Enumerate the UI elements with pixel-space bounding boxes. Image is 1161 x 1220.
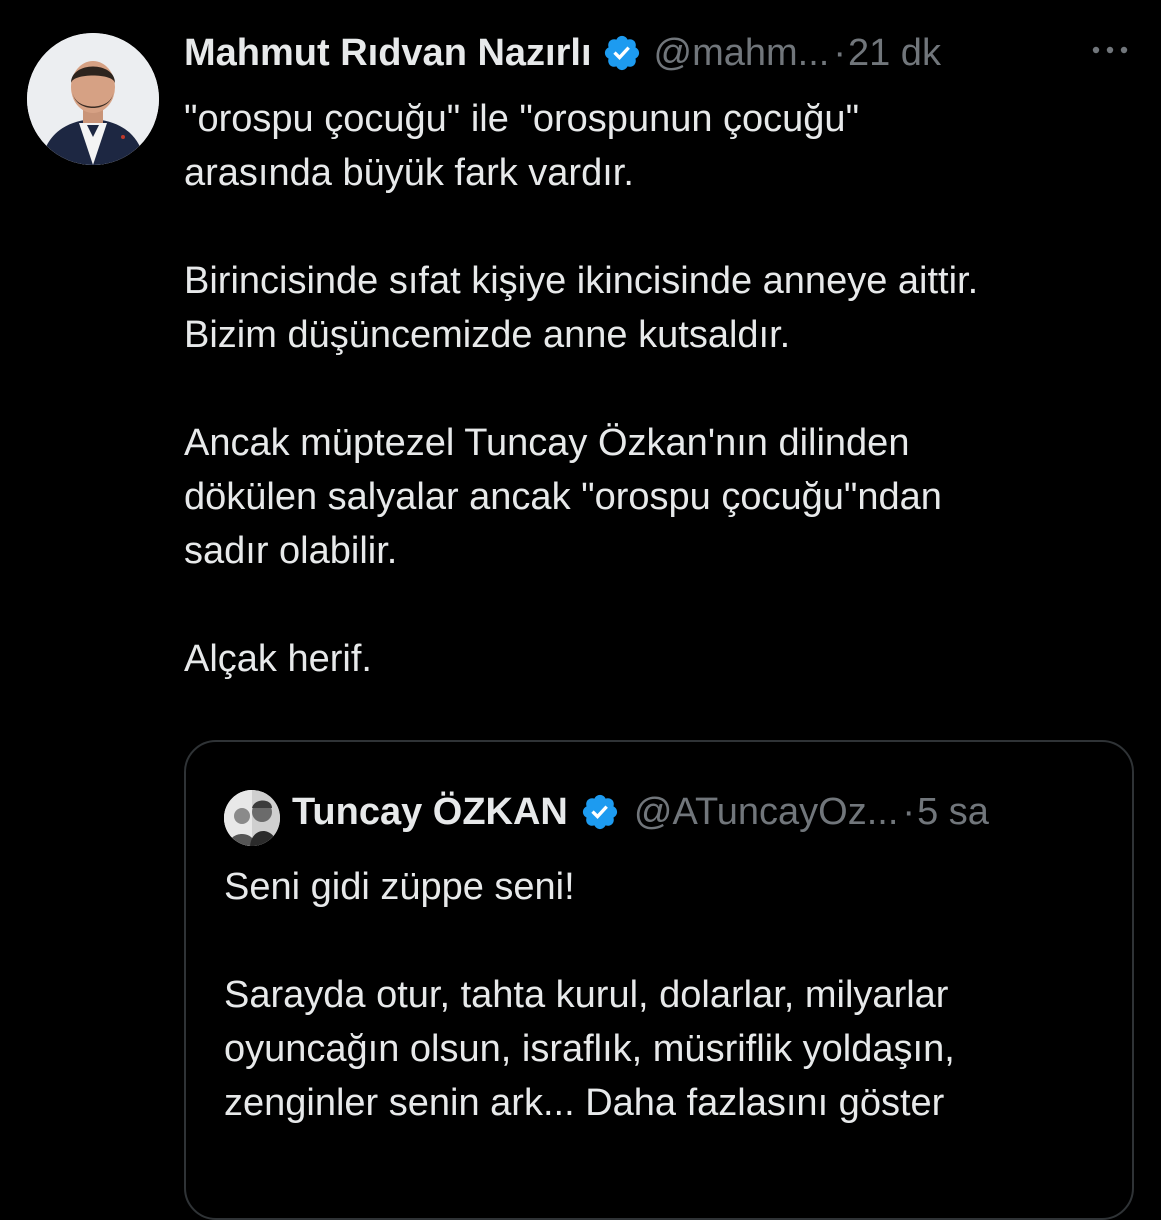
quoted-tweet-text: Seni gidi züppe seni! Sarayda otur, taht… [224,860,1124,1130]
quoted-text-line-last: zenginler senin ark... Daha fazlasını gö… [224,1076,1124,1130]
tweet-text-line: dökülen salyalar ancak "orospu çocuğu"nd… [184,476,942,518]
tweet-text: "orospu çocuğu" ile "orospunun çocuğu" a… [184,92,1144,686]
quoted-text-line: zenginler senin ark... [224,1082,575,1124]
author-display-name[interactable]: Mahmut Rıdvan Nazırlı [184,32,592,75]
quoted-text-line: Seni gidi züppe seni! [224,866,575,908]
tweet-text-line: Ancak müptezel Tuncay Özkan'nın dilinden [184,422,910,464]
quoted-tweet-timestamp[interactable]: 5 sa [917,791,989,834]
author-avatar-image [27,33,159,165]
tweet-text-line: Birincisinde sıfat kişiye ikincisinde an… [184,260,979,302]
tweet-text-line: arasında büyük fark vardır. [184,152,634,194]
author-handle[interactable]: @mahm... [654,32,830,75]
quoted-tweet-header: Tuncay ÖZKAN @ATuncayOz... · 5 sa [292,787,989,837]
more-options-icon[interactable] [1086,36,1134,64]
quoted-author-handle[interactable]: @ATuncayOz... [634,791,899,834]
quoted-author-avatar-image [224,790,280,846]
header-separator: · [833,31,846,74]
author-avatar[interactable] [27,33,159,165]
tweet-text-line: "orospu çocuğu" ile "orospunun çocuğu" [184,98,860,140]
quoted-author-avatar[interactable] [224,790,280,846]
verified-badge-icon [580,792,620,832]
tweet-text-line: Alçak herif. [184,638,372,680]
tweet-text-line: sadır olabilir. [184,530,398,572]
quoted-text-line: Sarayda otur, tahta kurul, dolarlar, mil… [224,974,949,1016]
quoted-author-display-name[interactable]: Tuncay ÖZKAN [292,791,568,834]
quoted-header-separator: · [902,790,916,833]
tweet-header: Mahmut Rıdvan Nazırlı @mahm... · 21 dk [184,28,941,78]
quoted-text-line: oyuncağın olsun, israflık, müsriflik yol… [224,1028,955,1070]
tweet-timestamp[interactable]: 21 dk [848,32,941,75]
verified-badge-icon [602,33,642,73]
tweet[interactable]: Mahmut Rıdvan Nazırlı @mahm... · 21 dk "… [0,0,1161,1220]
quoted-tweet-card[interactable]: Tuncay ÖZKAN @ATuncayOz... · 5 sa Seni g… [184,740,1134,1220]
tweet-text-line: Bizim düşüncemizde anne kutsaldır. [184,314,791,356]
show-more-link[interactable]: Daha fazlasını göster [585,1082,944,1124]
